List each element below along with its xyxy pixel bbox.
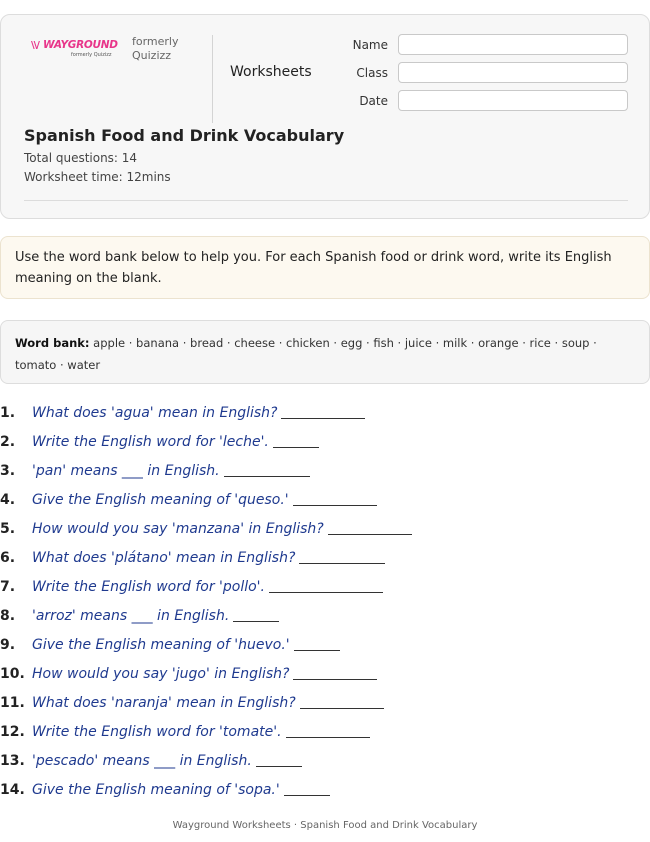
question-item: 11. What does 'naranja' mean in English? xyxy=(0,688,650,717)
logo-subtext: formerly Quizizz xyxy=(71,52,112,58)
question-text: Write the English word for 'tomate'. xyxy=(32,723,282,740)
date-field[interactable] xyxy=(398,90,628,111)
question-text: Give the English meaning of 'huevo.' xyxy=(32,636,290,653)
question-number: 2. xyxy=(0,433,16,450)
question-text: How would you say 'jugo' in English? xyxy=(32,665,290,682)
word-bank-words: apple · banana · bread · cheese · chicke… xyxy=(15,336,597,372)
question-item: 14. Give the English meaning of 'sopa.' xyxy=(0,775,650,804)
question-item: 4. Give the English meaning of 'queso.' xyxy=(0,485,650,514)
worksheet-header: \\/ WAYGROUND formerly Quizizz formerly … xyxy=(0,14,650,219)
logo-wordmark: WAYGROUND xyxy=(42,39,118,51)
question-item: 10. How would you say 'jugo' in English? xyxy=(0,659,650,688)
answer-blank[interactable] xyxy=(223,465,310,477)
answer-blank[interactable] xyxy=(285,726,370,738)
question-item: 5. How would you say 'manzana' in English… xyxy=(0,514,650,543)
question-number: 14. xyxy=(0,781,25,798)
word-bank-box: Word bank: apple · banana · bread · chee… xyxy=(0,320,650,384)
name-field[interactable] xyxy=(398,34,628,55)
question-item: 12. Write the English word for 'tomate'. xyxy=(0,717,650,746)
question-item: 2. Write the English word for 'leche'. xyxy=(0,427,650,456)
question-text: Write the English word for 'leche'. xyxy=(32,433,269,450)
question-text: What does 'naranja' mean in English? xyxy=(32,694,296,711)
answer-blank[interactable] xyxy=(299,552,386,564)
header-divider xyxy=(212,35,213,123)
page-footer: Wayground Worksheets · Spanish Food and … xyxy=(172,820,478,831)
question-text: 'pan' means ___ in English. xyxy=(32,462,220,479)
question-item: 8. 'arroz' means ___ in English. xyxy=(0,601,650,630)
question-number: 13. xyxy=(0,752,25,769)
question-text: What does 'agua' mean in English? xyxy=(32,404,278,421)
total-questions: Total questions: 14 xyxy=(24,151,138,165)
question-number: 4. xyxy=(0,491,16,508)
worksheet-time: Worksheet time: 12mins xyxy=(24,170,171,184)
answer-blank[interactable] xyxy=(255,755,302,767)
answer-blank[interactable] xyxy=(272,436,319,448)
question-number: 1. xyxy=(0,404,16,421)
question-number: 10. xyxy=(0,665,25,682)
question-item: 6. What does 'plátano' mean in English? xyxy=(0,543,650,572)
class-label: Class xyxy=(356,66,388,80)
question-number: 12. xyxy=(0,723,25,740)
question-item: 9. Give the English meaning of 'huevo.' xyxy=(0,630,650,659)
question-number: 5. xyxy=(0,520,16,537)
answer-blank[interactable] xyxy=(268,581,383,593)
class-field[interactable] xyxy=(398,62,628,83)
question-number: 9. xyxy=(0,636,16,653)
question-text: What does 'plátano' mean in English? xyxy=(32,549,296,566)
question-number: 8. xyxy=(0,607,16,624)
date-label: Date xyxy=(359,94,388,108)
question-number: 6. xyxy=(0,549,16,566)
answer-blank[interactable] xyxy=(292,494,377,506)
answer-blank[interactable] xyxy=(281,407,366,419)
question-number: 3. xyxy=(0,462,16,479)
question-text: Give the English meaning of 'queso.' xyxy=(32,491,289,508)
question-item: 13. 'pescado' means ___ in English. xyxy=(0,746,650,775)
question-item: 7. Write the English word for 'pollo'. xyxy=(0,572,650,601)
wayground-logo: \\/ WAYGROUND formerly Quizizz xyxy=(31,39,118,58)
question-text: How would you say 'manzana' in English? xyxy=(32,520,324,537)
answer-blank[interactable] xyxy=(299,697,384,709)
question-text: Give the English meaning of 'sopa.' xyxy=(32,781,280,798)
header-bottom-divider xyxy=(24,200,628,201)
answer-blank[interactable] xyxy=(283,784,330,796)
worksheets-label: Worksheets xyxy=(230,64,312,80)
instructions-box: Use the word bank below to help you. For… xyxy=(0,236,650,299)
question-list: 1. What does 'agua' mean in English? 2. Wr… xyxy=(0,398,650,804)
question-item: 3. 'pan' means ___ in English. xyxy=(0,456,650,485)
question-text: 'arroz' means ___ in English. xyxy=(32,607,230,624)
formerly-quizizz-note: formerly Quizizz xyxy=(132,35,179,62)
answer-blank[interactable] xyxy=(327,523,412,535)
word-bank-label: Word bank: xyxy=(15,336,90,350)
logo-mark-icon: \\/ xyxy=(31,39,40,51)
question-text: Write the English word for 'pollo'. xyxy=(32,578,265,595)
question-number: 11. xyxy=(0,694,25,711)
answer-blank[interactable] xyxy=(233,610,280,622)
answer-blank[interactable] xyxy=(293,639,340,651)
question-text: 'pescado' means ___ in English. xyxy=(32,752,252,769)
worksheet-title: Spanish Food and Drink Vocabulary xyxy=(24,126,345,145)
question-item: 1. What does 'agua' mean in English? xyxy=(0,398,650,427)
answer-blank[interactable] xyxy=(293,668,378,680)
name-label: Name xyxy=(352,38,388,52)
question-number: 7. xyxy=(0,578,16,595)
